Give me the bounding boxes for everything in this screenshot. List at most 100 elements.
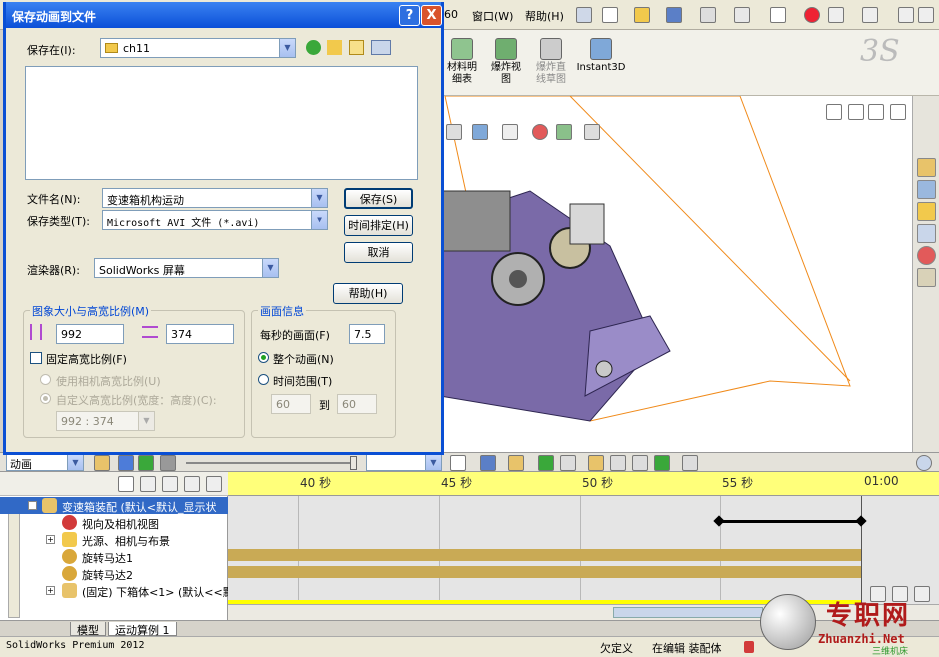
collapse-icon[interactable]: − [28,501,37,510]
study-type-select[interactable]: 动画 ▼ [6,454,84,471]
time-bar[interactable] [861,496,862,606]
contact-icon[interactable] [632,455,648,471]
view-palette-icon[interactable] [917,224,936,243]
filetype-select[interactable]: Microsoft AVI 文件 (*.avi) ▼ [102,210,328,230]
scene-icon[interactable] [556,124,572,140]
timeline-ruler[interactable]: 40 秒 45 秒 50 秒 55 秒 01:00 [228,472,939,496]
pin-icon[interactable] [576,7,592,23]
playback-mode-icon[interactable] [450,455,466,471]
animation-wizard-icon[interactable] [508,455,524,471]
tab-model[interactable]: 模型 [70,622,106,637]
width-input[interactable]: 992 [56,324,124,344]
height-input[interactable]: 374 [166,324,234,344]
fixed-aspect-checkbox[interactable] [30,352,42,364]
viewport-close-icon[interactable] [890,104,906,120]
add-key-icon[interactable] [560,455,576,471]
home-icon[interactable] [917,158,936,177]
dialog-titlebar[interactable]: 保存动画到文件 ? X [6,2,442,28]
key-point[interactable] [713,515,725,527]
save-in-select[interactable]: ch11 ▼ [100,38,296,58]
viewport-split-icon[interactable] [848,104,864,120]
display-style-icon[interactable] [472,124,488,140]
custom-aspect-radio[interactable] [40,393,51,404]
playback-speed-select[interactable]: ▼ [366,454,442,471]
options-icon[interactable] [828,7,844,23]
use-camera-aspect-radio[interactable] [40,374,51,385]
appearances-icon[interactable] [917,246,936,265]
tree-row-lower-housing[interactable]: + (固定) 下箱体<1> (默认<<默 [0,582,234,599]
filename-input[interactable]: 变速箱机构运动 ▼ [102,188,328,208]
file-list[interactable] [25,66,418,180]
stop-icon[interactable] [160,455,176,471]
gravity-icon[interactable] [654,455,670,471]
new-file-icon[interactable] [602,7,618,23]
renderer-select[interactable]: SolidWorks 屏幕 ▼ [94,258,279,278]
custom-aspect-select[interactable]: 992 : 374 ▼ [56,411,155,431]
help-question-icon[interactable]: ? [399,5,420,26]
tree-row-assembly[interactable]: − 变速箱装配 (默认<默认_显示状 [0,497,228,514]
filter-selected-icon[interactable] [184,476,200,492]
zoom-out-icon[interactable] [914,586,930,602]
menu-window[interactable]: 窗口(W) [472,8,513,24]
menu-help[interactable]: 帮助(H) [525,8,564,24]
tree-row-motor2[interactable]: 旋转马达2 [0,565,228,582]
spring-icon[interactable] [610,455,626,471]
close-window-icon[interactable] [918,7,934,23]
explode-sketch-button[interactable]: 爆炸直 线草图 [530,38,572,86]
hide-show-icon[interactable] [502,124,518,140]
menu-partial[interactable]: 60 [444,8,458,21]
custom-properties-icon[interactable] [917,268,936,287]
play-from-start-icon[interactable] [118,455,134,471]
help-question-icon[interactable] [862,7,878,23]
bom-button[interactable]: 材料明 细表 [442,38,482,86]
view-menu-icon[interactable] [371,40,391,55]
filter-results-icon[interactable] [206,476,222,492]
viewport-minimize-icon[interactable] [868,104,884,120]
whole-animation-radio[interactable] [258,352,269,363]
select-cursor-icon[interactable] [770,7,786,23]
tree-row-camera[interactable]: 视向及相机视图 [0,514,228,531]
up-folder-icon[interactable] [327,40,342,55]
save-button[interactable]: 保存(S) [344,188,413,209]
time-range-radio[interactable] [258,374,269,385]
back-icon[interactable] [306,40,321,55]
range-to-input[interactable]: 60 [337,394,377,414]
graphics-viewport[interactable] [440,96,912,452]
restore-window-icon[interactable] [898,7,914,23]
motor1-key-bar[interactable] [228,549,861,561]
expand-icon[interactable]: + [46,535,55,544]
scroll-thumb[interactable] [613,607,763,618]
new-folder-icon[interactable] [349,40,364,55]
rebuild-light-icon[interactable] [804,7,820,23]
view-settings-icon[interactable] [584,124,600,140]
file-explorer-icon[interactable] [917,202,936,221]
results-icon[interactable] [682,455,698,471]
motor-icon[interactable] [588,455,604,471]
filter-animated-icon[interactable] [140,476,156,492]
playback-slider[interactable] [186,462,356,464]
filter-driving-icon[interactable] [162,476,178,492]
help-button[interactable]: 帮助(H) [333,283,403,304]
design-library-icon[interactable] [917,180,936,199]
open-file-icon[interactable] [634,7,650,23]
autokey-icon[interactable] [538,455,554,471]
key-point[interactable] [855,515,867,527]
tree-row-motor1[interactable]: 旋转马达1 [0,548,228,565]
explode-view-button[interactable]: 爆炸视 图 [486,38,526,86]
schedule-button[interactable]: 时间排定(H) [344,215,413,236]
appearance-icon[interactable] [532,124,548,140]
range-from-input[interactable]: 60 [271,394,311,414]
playback-slider-handle[interactable] [350,456,357,470]
instant3d-button[interactable]: Instant3D [576,38,626,74]
play-icon[interactable] [138,455,154,471]
fps-input[interactable]: 7.5 [349,324,385,344]
motor2-key-bar[interactable] [228,566,861,578]
close-icon[interactable]: X [421,5,442,26]
undo-icon[interactable] [734,7,750,23]
filter-icon[interactable] [118,476,134,492]
tree-row-lights[interactable]: + 光源、相机与布景 [0,531,228,548]
view-orientation-icon[interactable] [446,124,462,140]
cancel-button[interactable]: 取消 [344,242,413,263]
collapse-motion-icon[interactable] [916,455,932,471]
tab-motion-study-1[interactable]: 运动算例 1 [108,622,177,637]
